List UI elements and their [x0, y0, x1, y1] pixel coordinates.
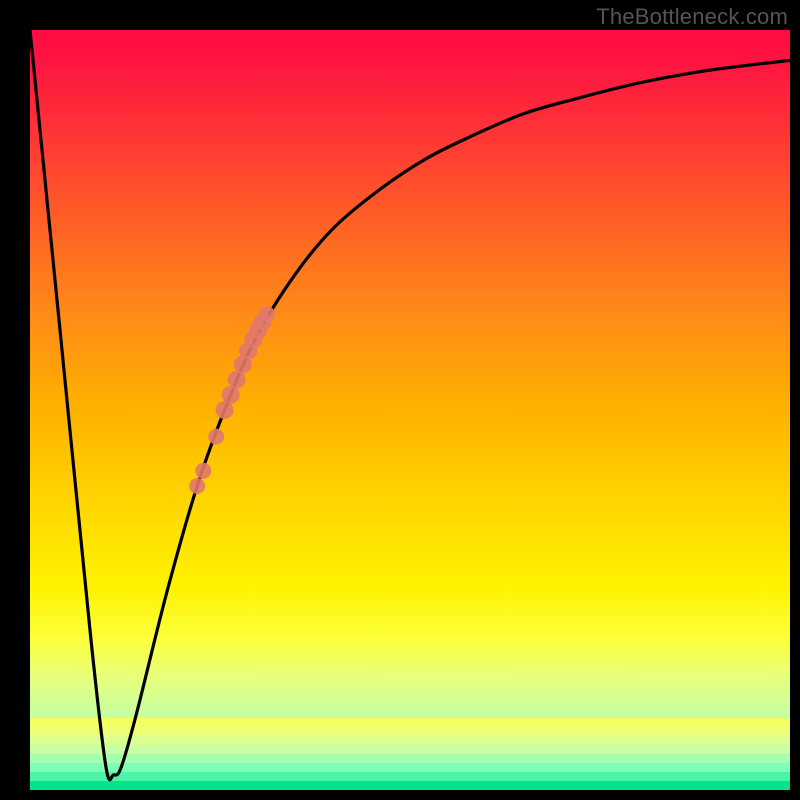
watermark-text: TheBottleneck.com: [596, 4, 788, 30]
bottleneck-curve: [30, 30, 790, 780]
scatter-dot: [195, 463, 211, 479]
curve-layer: [30, 30, 790, 790]
scatter-dot: [189, 478, 205, 494]
plot-area: [30, 30, 790, 790]
chart-frame: TheBottleneck.com: [0, 0, 800, 800]
scatter-dot: [208, 429, 224, 445]
scatter-dot: [259, 306, 275, 322]
scatter-points: [189, 306, 275, 494]
